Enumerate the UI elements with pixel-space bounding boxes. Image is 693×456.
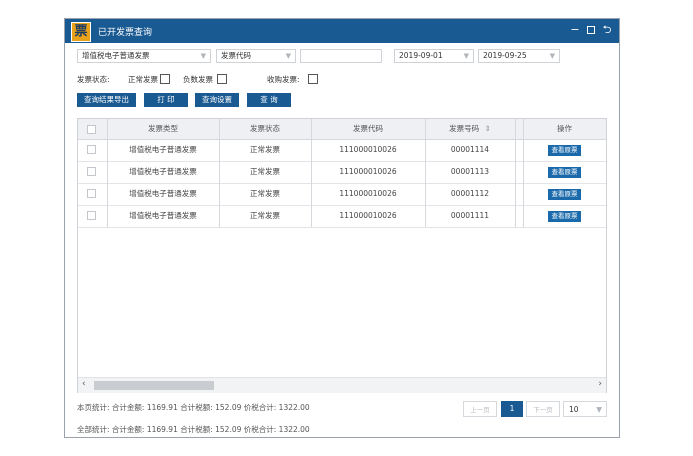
date-from-value: 2019-09-01 — [399, 51, 443, 60]
header-invoice-status: 发票状态 — [250, 124, 280, 133]
cell-invoice-status: 正常发票 — [250, 167, 280, 176]
chevron-down-icon: ▼ — [200, 52, 206, 60]
column-divider — [311, 119, 312, 227]
page-1-button[interactable]: 1 — [501, 401, 523, 417]
column-divider — [515, 119, 516, 227]
query-settings-button[interactable]: 查询设置 — [195, 93, 239, 107]
invoice-type-select[interactable]: 增值税电子普通发票 ▼ — [77, 49, 211, 63]
cell-invoice-status: 正常发票 — [250, 145, 280, 154]
cell-invoice-type: 增值税电子普通发票 — [129, 189, 197, 198]
sort-icon[interactable]: ⇕ — [485, 124, 491, 133]
maximize-icon[interactable] — [584, 23, 598, 37]
cell-invoice-number: 00001114 — [450, 145, 490, 154]
title-bar: 票 已开发票查询 − ⮌ — [65, 19, 619, 43]
all-summary: 全部统计: 合计金额: 1169.91 合计税额: 152.09 价税合计: 1… — [77, 425, 310, 434]
row-checkbox[interactable] — [87, 145, 96, 154]
cell-invoice-status: 正常发票 — [250, 211, 280, 220]
invoice-type-value: 增值税电子普通发票 — [82, 51, 150, 60]
cell-invoice-type: 增值税电子普通发票 — [129, 211, 197, 220]
table-row[interactable]: 增值税电子普通发票 正常发票 111000010026 00001113 查看原… — [78, 161, 606, 184]
purchase-invoice-label: 收购发票: — [267, 75, 300, 84]
query-button[interactable]: 查 询 — [247, 93, 291, 107]
page-size-value: 10 — [569, 405, 579, 414]
scroll-right-icon[interactable]: › — [598, 379, 602, 389]
column-divider — [425, 119, 426, 227]
negative-invoice-label: 负数发票 — [183, 75, 213, 84]
chevron-down-icon: ▼ — [463, 52, 469, 60]
date-to-value: 2019-09-25 — [483, 51, 527, 60]
select-all-checkbox[interactable] — [87, 125, 96, 134]
cell-invoice-code: 111000010026 — [339, 167, 397, 176]
return-icon[interactable]: ⮌ — [600, 23, 614, 37]
cell-invoice-number: 00001111 — [450, 211, 490, 220]
prev-page-button[interactable]: 上一页 — [463, 401, 497, 417]
table-row[interactable]: 增值税电子普通发票 正常发票 111000010026 00001111 查看原… — [78, 205, 606, 228]
chevron-down-icon: ▼ — [549, 52, 555, 60]
header-invoice-number[interactable]: 发票号码 ⇕ — [425, 119, 515, 139]
page-size-select[interactable]: 10 ▼ — [563, 401, 607, 417]
table-row[interactable]: 增值税电子普通发票 正常发票 111000010026 00001114 查看原… — [78, 139, 606, 162]
minimize-icon[interactable]: − — [568, 23, 582, 37]
invoice-code-input[interactable] — [300, 49, 382, 63]
table-header: 发票类型 发票状态 发票代码 发票号码 ⇕ 操作 — [78, 119, 606, 140]
chevron-down-icon: ▼ — [596, 405, 602, 414]
normal-invoice-label: 正常发票 — [128, 75, 158, 84]
header-actions: 操作 — [557, 124, 572, 133]
negative-invoice-checkbox[interactable] — [217, 74, 227, 84]
horizontal-scrollbar[interactable]: ‹ › — [78, 377, 606, 393]
row-checkbox[interactable] — [87, 167, 96, 176]
cell-invoice-number: 00001112 — [450, 189, 490, 198]
table-row[interactable]: 增值税电子普通发票 正常发票 111000010026 00001112 查看原… — [78, 183, 606, 206]
code-type-select[interactable]: 发票代码 ▼ — [216, 49, 296, 63]
print-button[interactable]: 打 印 — [144, 93, 188, 107]
view-original-button[interactable]: 查看原票 — [548, 145, 581, 156]
cell-invoice-type: 增值税电子普通发票 — [129, 167, 197, 176]
scrollbar-thumb[interactable] — [94, 381, 214, 390]
row-checkbox[interactable] — [87, 211, 96, 220]
chevron-down-icon: ▼ — [285, 52, 291, 60]
cell-invoice-type: 增值税电子普通发票 — [129, 145, 197, 154]
purchase-invoice-checkbox[interactable] — [308, 74, 318, 84]
scroll-left-icon[interactable]: ‹ — [82, 379, 86, 389]
status-label: 发票状态: — [77, 75, 110, 84]
cell-invoice-number: 00001113 — [450, 167, 490, 176]
column-divider — [523, 119, 524, 227]
invoice-query-window: 票 已开发票查询 − ⮌ 增值税电子普通发票 ▼ 发票代码 ▼ 2019-09-… — [64, 18, 620, 438]
column-divider — [107, 119, 108, 227]
date-from-select[interactable]: 2019-09-01 ▼ — [394, 49, 474, 63]
window-title: 已开发票查询 — [98, 28, 153, 38]
header-invoice-code: 发票代码 — [353, 124, 383, 133]
cell-invoice-code: 111000010026 — [339, 211, 397, 220]
cell-invoice-code: 111000010026 — [339, 189, 397, 198]
normal-invoice-checkbox[interactable] — [160, 74, 170, 84]
code-type-value: 发票代码 — [221, 51, 251, 60]
column-divider — [219, 119, 220, 227]
page-summary: 本页统计: 合计金额: 1169.91 合计税额: 152.09 价税合计: 1… — [77, 403, 310, 412]
row-checkbox[interactable] — [87, 189, 96, 198]
invoice-logo-icon: 票 — [71, 22, 91, 42]
header-invoice-type: 发票类型 — [148, 124, 178, 133]
export-results-button[interactable]: 查询结果导出 — [77, 93, 136, 107]
date-to-select[interactable]: 2019-09-25 ▼ — [478, 49, 560, 63]
invoice-table: 发票类型 发票状态 发票代码 发票号码 ⇕ 操作 增值税电子普通发票 正常发票 … — [77, 118, 607, 393]
view-original-button[interactable]: 查看原票 — [548, 167, 581, 178]
view-original-button[interactable]: 查看原票 — [548, 211, 581, 222]
next-page-button[interactable]: 下一页 — [526, 401, 560, 417]
view-original-button[interactable]: 查看原票 — [548, 189, 581, 200]
cell-invoice-status: 正常发票 — [250, 189, 280, 198]
cell-invoice-code: 111000010026 — [339, 145, 397, 154]
